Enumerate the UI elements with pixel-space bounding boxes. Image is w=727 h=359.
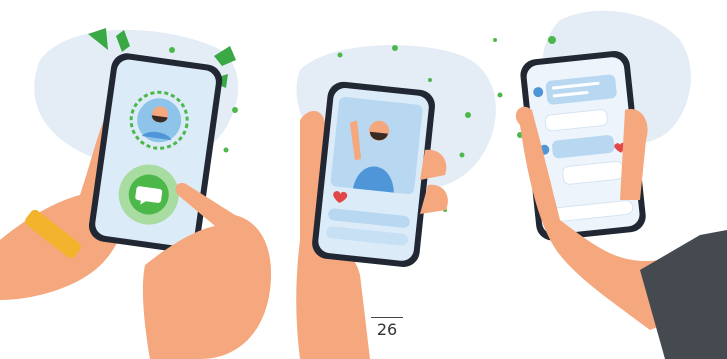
page-number: 26: [376, 320, 398, 339]
illustration: [0, 10, 727, 359]
sleeve: [640, 230, 727, 359]
page-number-rule: [371, 317, 403, 318]
right-phone-group: [515, 51, 727, 359]
